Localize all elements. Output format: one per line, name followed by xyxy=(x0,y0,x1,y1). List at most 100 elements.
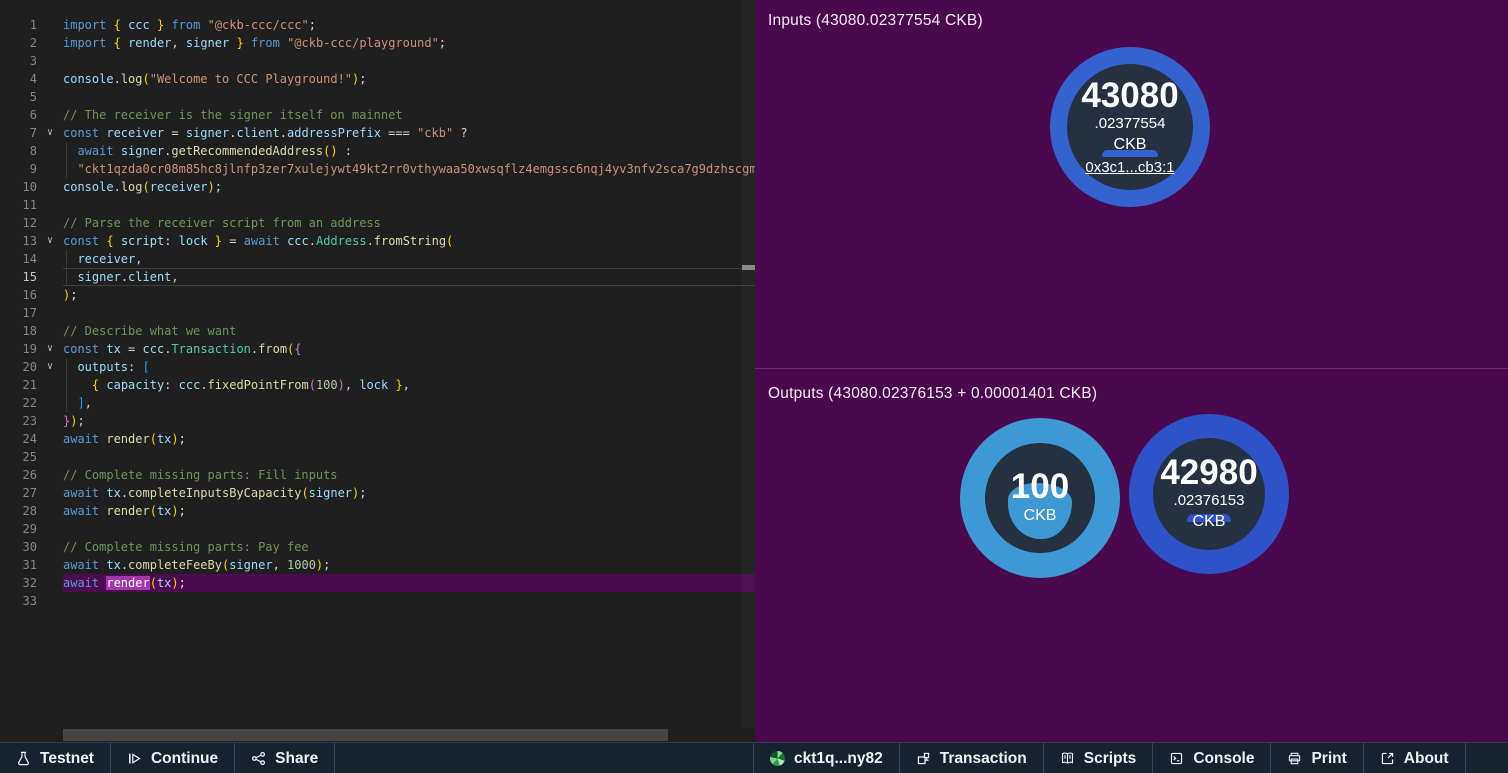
output-cell-circle[interactable]: 42980 .02376153 CKB xyxy=(1129,414,1289,574)
code-token: lock xyxy=(359,378,388,392)
continue-button[interactable]: Continue xyxy=(111,743,235,773)
fold-chevron-icon[interactable]: ∨ xyxy=(37,340,63,358)
line-number: 1 xyxy=(0,16,37,34)
code-line[interactable]: 27await tx.completeInputsByCapacity(sign… xyxy=(0,484,755,502)
share-button[interactable]: Share xyxy=(235,743,335,773)
code-text: import { ccc } from "@ckb-ccc/ccc"; xyxy=(63,16,755,34)
code-token: , xyxy=(171,270,178,284)
code-line[interactable]: 17 xyxy=(0,304,755,322)
input-decimals: .02377554 xyxy=(1095,115,1166,134)
continue-icon xyxy=(127,751,142,766)
code-token: await xyxy=(77,144,113,158)
code-line[interactable]: 12// Parse the receiver script from an a… xyxy=(0,214,755,232)
code-token: 100 xyxy=(316,378,338,392)
code-text: await render(tx); xyxy=(63,430,755,448)
code-line[interactable]: 6// The receiver is the signer itself on… xyxy=(0,106,755,124)
code-token: log xyxy=(121,180,143,194)
code-line[interactable]: 11 xyxy=(0,196,755,214)
code-line[interactable]: 13∨const { script: lock } = await ccc.Ad… xyxy=(0,232,755,250)
fold-chevron-icon[interactable]: ∨ xyxy=(37,124,63,142)
code-line[interactable]: 16); xyxy=(0,286,755,304)
code-line[interactable]: 29 xyxy=(0,520,755,538)
fold-spacer xyxy=(37,178,63,196)
code-line[interactable]: 21 { capacity: ccc.fixedPointFrom(100), … xyxy=(0,376,755,394)
fold-chevron-icon[interactable]: ∨ xyxy=(37,232,63,250)
code-line[interactable]: 8 await signer.getRecommendedAddress() : xyxy=(0,142,755,160)
line-number: 16 xyxy=(0,286,37,304)
code-line[interactable]: 4console.log("Welcome to CCC Playground!… xyxy=(0,70,755,88)
code-token: client xyxy=(128,270,171,284)
code-line[interactable]: 5 xyxy=(0,88,755,106)
line-number: 26 xyxy=(0,466,37,484)
flask-icon xyxy=(16,751,31,766)
code-line[interactable]: 22 ], xyxy=(0,394,755,412)
code-line[interactable]: 23}); xyxy=(0,412,755,430)
code-token: render xyxy=(106,504,149,518)
output-unit: CKB xyxy=(1193,512,1226,533)
code-editor[interactable]: 1 import { ccc } from "@ckb-ccc/ccc";2imp… xyxy=(0,0,755,742)
code-line[interactable]: 20∨ outputs: [ xyxy=(0,358,755,376)
code-token: 1000 xyxy=(287,558,316,572)
code-text: await tx.completeInputsByCapacity(signer… xyxy=(63,484,755,502)
vertical-scrollbar[interactable] xyxy=(742,0,755,728)
code-line[interactable]: 28await render(tx); xyxy=(0,502,755,520)
code-line[interactable]: 24await render(tx); xyxy=(0,430,755,448)
code-token: console xyxy=(63,72,114,86)
code-token: const xyxy=(63,126,99,140)
code-line[interactable]: 26// Complete missing parts: Fill inputs xyxy=(0,466,755,484)
code-line[interactable]: 10console.log(receiver); xyxy=(0,178,755,196)
code-token: import xyxy=(63,36,106,50)
code-token: // Complete missing parts: Pay fee xyxy=(63,540,309,554)
code-text: await render(tx); xyxy=(63,502,755,520)
identicon xyxy=(770,751,785,766)
code-token: receiver xyxy=(106,126,164,140)
line-number: 33 xyxy=(0,592,37,610)
code-line[interactable]: 14 receiver, xyxy=(0,250,755,268)
code-line[interactable]: 31await tx.completeFeeBy(signer, 1000); xyxy=(0,556,755,574)
code-line[interactable]: 33 xyxy=(0,592,755,610)
code-line[interactable]: 1 import { ccc } from "@ckb-ccc/ccc"; xyxy=(0,16,755,34)
code-line[interactable]: 18// Describe what we want xyxy=(0,322,755,340)
code-text: const tx = ccc.Transaction.from({ xyxy=(63,340,755,358)
code-token: tx xyxy=(106,558,120,572)
code-token xyxy=(63,378,92,392)
testnet-button[interactable]: Testnet xyxy=(0,743,111,773)
code-token: from xyxy=(171,18,200,32)
transaction-button[interactable]: Transaction xyxy=(900,743,1044,773)
output-cell-circle[interactable]: 100 CKB xyxy=(960,418,1120,578)
fold-spacer xyxy=(37,70,63,88)
code-token: completeFeeBy xyxy=(128,558,222,572)
address-button[interactable]: ckt1q...ny82 xyxy=(754,743,900,773)
inputs-title: Inputs (43080.02377554 CKB) xyxy=(768,12,983,30)
code-token: await xyxy=(244,234,280,248)
code-line[interactable]: 15 signer.client, xyxy=(0,268,755,286)
input-cell-circle[interactable]: 43080 .02377554 CKB 0x3c1...cb3:1 xyxy=(1050,47,1210,207)
fold-chevron-icon[interactable]: ∨ xyxy=(37,358,63,376)
horizontal-scrollbar-thumb[interactable] xyxy=(63,729,668,741)
print-button[interactable]: Print xyxy=(1271,743,1363,773)
print-button-label: Print xyxy=(1311,750,1346,768)
code-line[interactable]: 25 xyxy=(0,448,755,466)
output-amount: 42980 xyxy=(1160,455,1257,492)
code-line[interactable]: 32await render(tx); xyxy=(0,574,755,592)
code-token: ; xyxy=(439,36,446,50)
line-number: 14 xyxy=(0,250,37,268)
code-text: { capacity: ccc.fixedPointFrom(100), loc… xyxy=(63,376,755,394)
code-token: { xyxy=(294,342,301,356)
code-line[interactable]: 19∨const tx = ccc.Transaction.from({ xyxy=(0,340,755,358)
code-line[interactable]: 30// Complete missing parts: Pay fee xyxy=(0,538,755,556)
code-token: { xyxy=(106,234,113,248)
code-token: await xyxy=(63,576,99,590)
console-button[interactable]: Console xyxy=(1153,743,1271,773)
code-token: ccc xyxy=(143,342,165,356)
code-line[interactable]: 7∨const receiver = signer.client.address… xyxy=(0,124,755,142)
about-button[interactable]: About xyxy=(1364,743,1466,773)
code-line[interactable]: 3 xyxy=(0,52,755,70)
code-text: // Describe what we want xyxy=(63,322,755,340)
input-outpoint-link[interactable]: 0x3c1...cb3:1 xyxy=(1085,159,1174,176)
fold-spacer xyxy=(37,34,63,52)
code-token: signer xyxy=(121,144,164,158)
code-line[interactable]: 9 "ckt1qzda0cr08m85hc8jlnfp3zer7xulejywt… xyxy=(0,160,755,178)
scripts-button[interactable]: Scripts xyxy=(1044,743,1154,773)
code-line[interactable]: 2import { render, signer } from "@ckb-cc… xyxy=(0,34,755,52)
